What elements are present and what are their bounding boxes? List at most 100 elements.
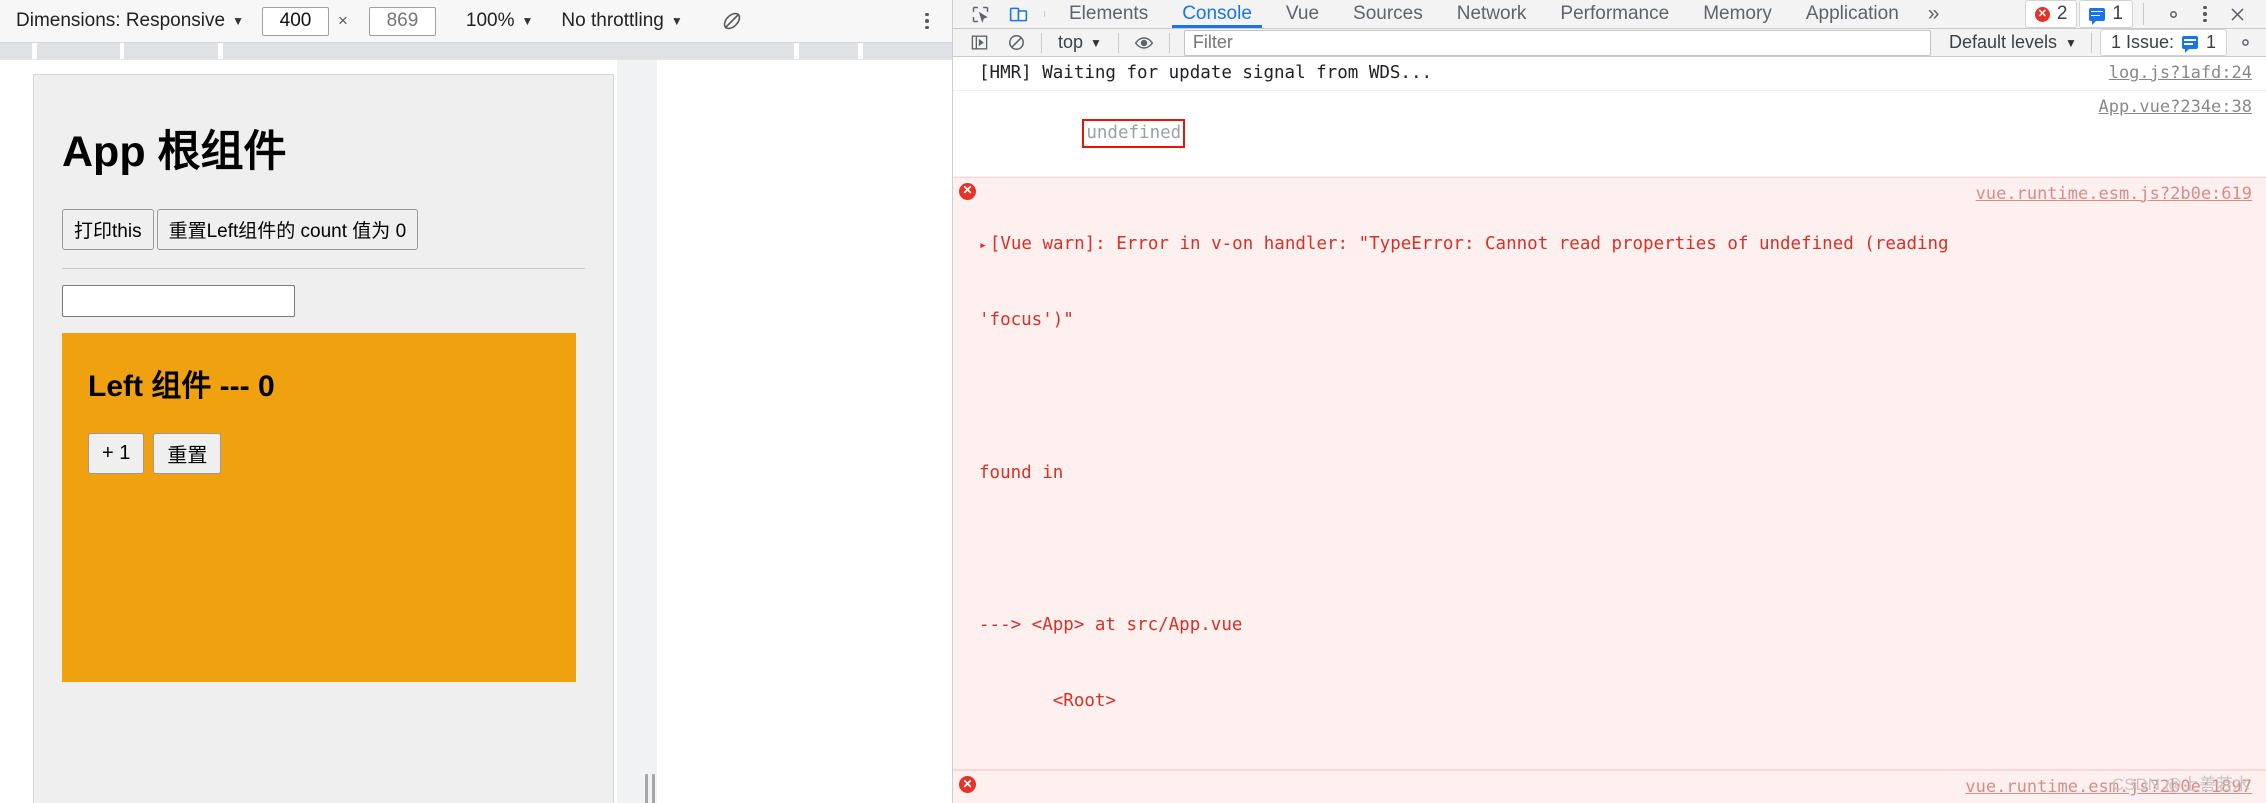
chevron-double-right-icon[interactable]: »	[1916, 0, 1952, 28]
tab-network[interactable]: Network	[1440, 0, 1544, 28]
toolbar-divider	[2143, 3, 2144, 25]
error-count-badge[interactable]: ✕ 2	[2024, 0, 2078, 28]
clear-console-icon[interactable]	[998, 33, 1035, 52]
left-component: Left 组件 --- 0 + 1 重置	[62, 333, 576, 682]
console-message-text: ▸ [Vue warn]: Error in v-on handler: "Typ…	[979, 182, 1976, 766]
tab-label: Sources	[1353, 3, 1423, 24]
console-message-log[interactable]: [HMR] Waiting for update signal from WDS…	[953, 57, 2266, 92]
left-component-button-row: + 1 重置	[88, 433, 550, 474]
console-message-source[interactable]: App.vue?234e:38	[2098, 95, 2266, 120]
tab-vue[interactable]: Vue	[1269, 0, 1336, 28]
tab-label: Elements	[1069, 3, 1149, 24]
vue-warn-line-2: 'focus')"	[979, 310, 1074, 331]
vue-warn-line-3	[979, 385, 1964, 410]
toggle-device-toolbar-icon[interactable]	[999, 0, 1037, 28]
tab-elements[interactable]: Elements	[1052, 0, 1165, 28]
reset-button[interactable]: 重置	[153, 433, 222, 474]
console-toolbar: top ▼ Default levels ▼ 1 Issue: 1	[953, 29, 2266, 57]
console-message-typeerror[interactable]: ✕ ▸TypeError: Cannot read properties of …	[953, 770, 2266, 803]
viewport-height-input[interactable]	[368, 6, 436, 36]
error-icon: ✕	[959, 776, 976, 794]
divider	[62, 268, 585, 269]
tab-label: Memory	[1703, 3, 1772, 24]
issues-count: 1	[2205, 32, 2216, 52]
chevron-down-icon: ▼	[670, 14, 683, 28]
issues-badge[interactable]: 1 Issue: 1	[2099, 29, 2227, 56]
message-icon	[2181, 36, 2198, 53]
zoom-select[interactable]: 100% ▼	[460, 10, 540, 32]
left-component-title: Left 组件 --- 0	[88, 370, 275, 403]
console-message-undefined[interactable]: undefined App.vue?234e:38	[953, 91, 2266, 177]
live-expression-eye-icon[interactable]	[1125, 33, 1163, 53]
console-message-source[interactable]: log.js?1afd:24	[2109, 61, 2266, 86]
tab-label: Console	[1182, 3, 1252, 24]
tab-console[interactable]: Console	[1165, 0, 1269, 28]
devtools-tabbar: Elements Console Vue Sources Network Per…	[953, 0, 2266, 29]
console-message-source[interactable]: vue.runtime.esm.js?2b0e:619	[1976, 182, 2266, 207]
toolbar-divider	[1168, 32, 1170, 53]
tab-label: Network	[1456, 3, 1527, 24]
console-sidebar-icon[interactable]	[961, 33, 998, 52]
inspect-element-icon[interactable]	[961, 0, 999, 28]
message-count-badge[interactable]: 1	[2079, 0, 2133, 28]
chevron-down-icon: ▼	[521, 14, 534, 28]
viewport-ruler	[0, 43, 952, 60]
expander-triangle-icon[interactable]: ▸	[979, 237, 987, 256]
issues-label: 1 Issue:	[2110, 32, 2174, 52]
tab-sources[interactable]: Sources	[1336, 0, 1440, 28]
print-this-button[interactable]: 打印this	[62, 209, 154, 250]
viewport-scroll-strip	[617, 60, 657, 803]
close-icon[interactable]	[2218, 5, 2256, 24]
throttling-select[interactable]: No throttling ▼	[555, 10, 688, 32]
tab-application[interactable]: Application	[1789, 0, 1916, 28]
chevron-down-icon: ▼	[2065, 35, 2077, 50]
tab-label: Vue	[1285, 3, 1320, 24]
tab-memory[interactable]: Memory	[1686, 0, 1789, 28]
throttling-label: No throttling	[561, 10, 664, 31]
devtools-main-menu-icon[interactable]	[2194, 1, 2216, 27]
console-message-vue-warn[interactable]: ✕ ▸ [Vue warn]: Error in v-on handler: "T…	[953, 176, 2266, 771]
message-icon	[2089, 7, 2106, 25]
device-emulation-pane: Dimensions: Responsive ▼ × 100% ▼ No thr…	[0, 0, 953, 803]
execution-context-label: top	[1058, 32, 1084, 52]
tab-performance[interactable]: Performance	[1543, 0, 1686, 28]
console-settings-gear-icon[interactable]	[2235, 32, 2256, 53]
dimensions-label: Dimensions: Responsive	[16, 10, 226, 31]
execution-context-select[interactable]: top ▼	[1048, 32, 1112, 53]
devtools-panel: Elements Console Vue Sources Network Per…	[953, 0, 2266, 803]
tab-label: Application	[1805, 3, 1899, 24]
app-button-row: 打印this 重置Left组件的 count 值为 0	[62, 209, 585, 250]
device-more-options-icon[interactable]	[916, 8, 938, 34]
rendered-page-viewport: App 根组件 打印this 重置Left组件的 count 值为 0 Left…	[33, 74, 614, 803]
gear-icon[interactable]	[2154, 4, 2192, 25]
vue-warn-line-5	[979, 537, 1964, 562]
increment-button[interactable]: + 1	[88, 433, 145, 474]
error-count-label: 2	[2056, 3, 2068, 24]
tab-label: Performance	[1560, 3, 1670, 24]
error-icon: ✕	[2034, 6, 2050, 22]
console-message-text: ▸TypeError: Cannot read properties of un…	[979, 775, 1965, 803]
message-count-label: 1	[2112, 3, 2123, 24]
annotation-highlight-box: undefined	[1082, 118, 1186, 149]
log-levels-select[interactable]: Default levels ▼	[1939, 32, 2087, 53]
vue-warn-line-4: found in	[979, 462, 1064, 483]
log-levels-label: Default levels	[1948, 32, 2058, 52]
error-icon: ✕	[959, 182, 976, 200]
watermark: CSDN @上善若水	[2111, 775, 2250, 794]
vue-warn-line-6: ---> <App> at src/App.vue	[979, 614, 1243, 635]
reset-left-count-button[interactable]: 重置Left组件的 count 值为 0	[156, 209, 419, 250]
device-mode-toolbar: Dimensions: Responsive ▼ × 100% ▼ No thr…	[0, 0, 952, 43]
viewport-resize-handle[interactable]	[643, 772, 657, 803]
toolbar-divider	[1041, 32, 1042, 53]
console-message-text: [HMR] Waiting for update signal from WDS…	[979, 63, 1433, 83]
rotate-device-icon[interactable]	[717, 6, 747, 36]
console-message-list[interactable]: [HMR] Waiting for update signal from WDS…	[953, 57, 2266, 803]
console-filter-input[interactable]	[1183, 29, 1931, 56]
dimensions-select[interactable]: Dimensions: Responsive ▼	[10, 10, 250, 32]
viewport-width-input[interactable]	[261, 6, 329, 36]
toolbar-divider	[1044, 11, 1045, 17]
vue-warn-line-7: <Root>	[979, 691, 1116, 711]
zoom-label: 100%	[465, 10, 515, 31]
chevron-down-icon: ▼	[232, 14, 244, 28]
text-input-field[interactable]	[62, 285, 295, 317]
